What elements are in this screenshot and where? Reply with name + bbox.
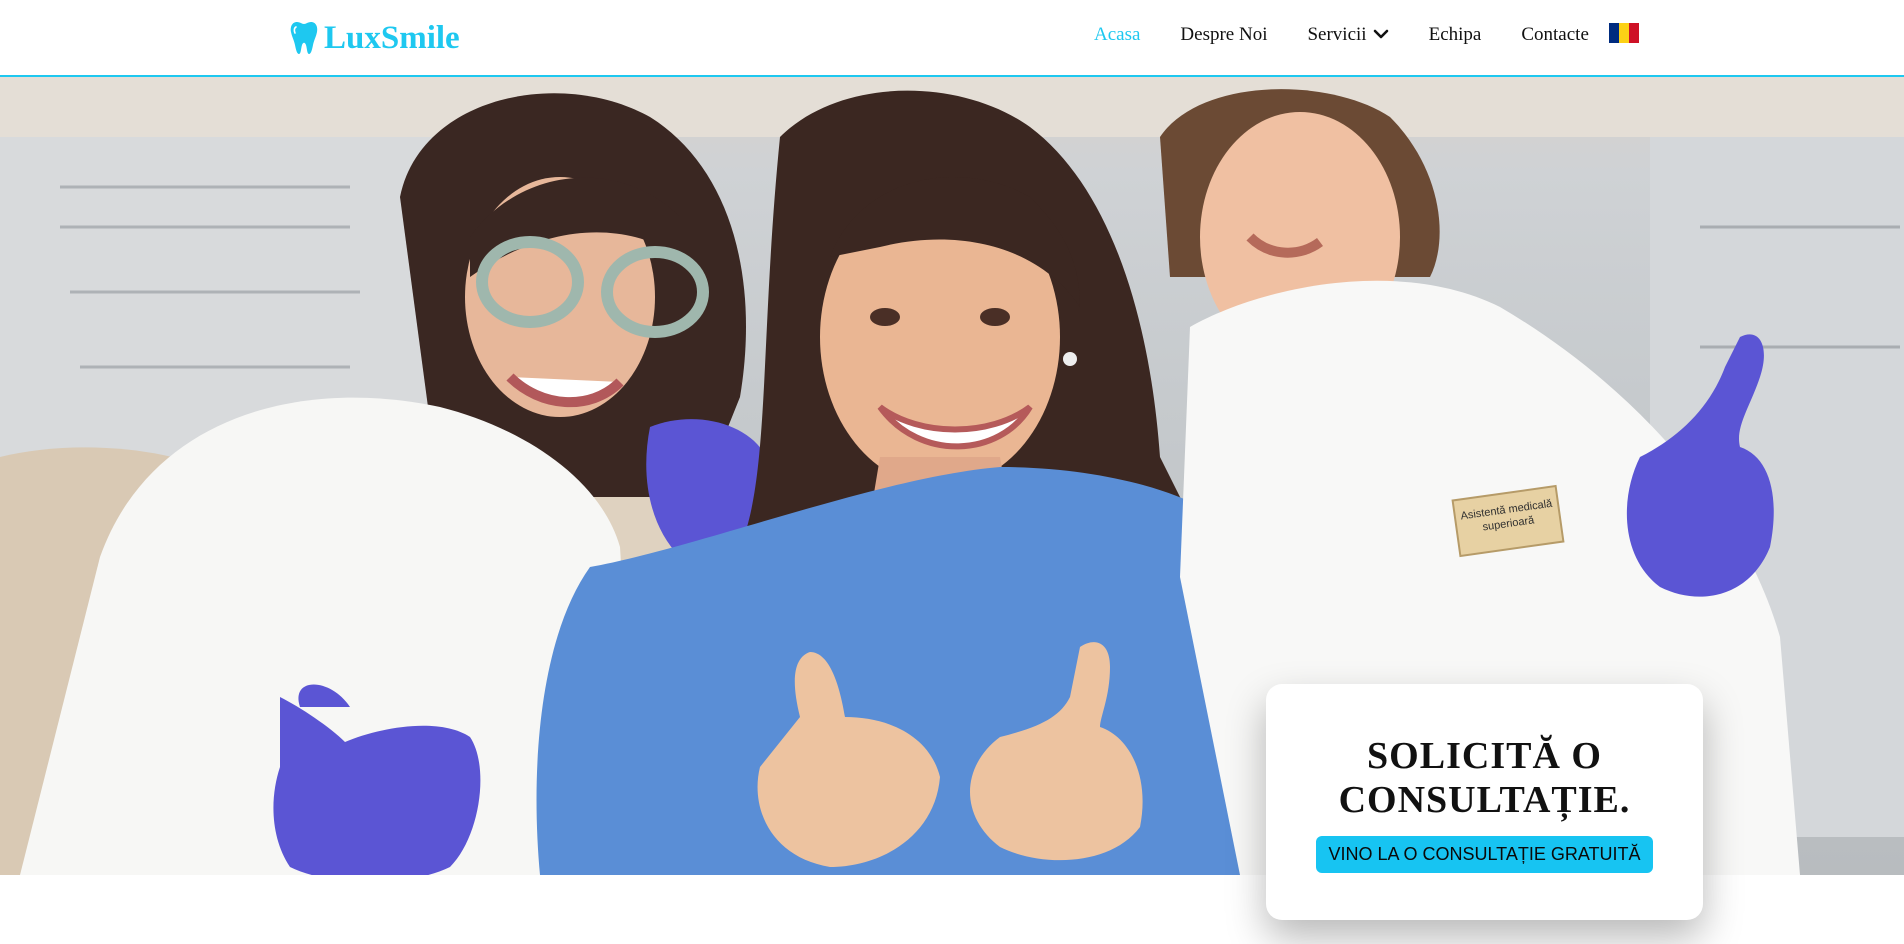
consultation-card: SOLICITĂ O CONSULTAȚIE. VINO LA O CONSUL… bbox=[1266, 684, 1703, 920]
consultation-title-line-1: SOLICITĂ O bbox=[1367, 735, 1602, 777]
nav-item-echipa[interactable]: Echipa bbox=[1429, 24, 1482, 46]
tooth-icon bbox=[290, 21, 318, 55]
nav-item-despre-noi[interactable]: Despre Noi bbox=[1180, 24, 1267, 46]
main-nav: Acasa Despre Noi Servicii Echipa Contact… bbox=[1094, 23, 1639, 46]
nav-item-servicii-label: Servicii bbox=[1307, 24, 1367, 45]
logo-link[interactable]: LuxSmile bbox=[290, 18, 460, 58]
nav-item-acasa[interactable]: Acasa bbox=[1094, 24, 1140, 46]
nav-item-contacte[interactable]: Contacte bbox=[1521, 24, 1589, 46]
nav-item-servicii[interactable]: Servicii bbox=[1307, 24, 1388, 46]
romania-flag-icon[interactable] bbox=[1608, 23, 1639, 43]
consultation-title-line-2: CONSULTAȚIE. bbox=[1338, 779, 1631, 821]
brand-name: LuxSmile bbox=[324, 19, 460, 56]
chevron-down-icon bbox=[1373, 24, 1389, 46]
consultation-title: SOLICITĂ O CONSULTAȚIE. bbox=[1305, 734, 1665, 822]
free-consultation-button[interactable]: VINO LA O CONSULTAȚIE GRATUITĂ bbox=[1316, 836, 1653, 873]
site-header: LuxSmile Acasa Despre Noi Servicii Echip… bbox=[0, 0, 1904, 77]
